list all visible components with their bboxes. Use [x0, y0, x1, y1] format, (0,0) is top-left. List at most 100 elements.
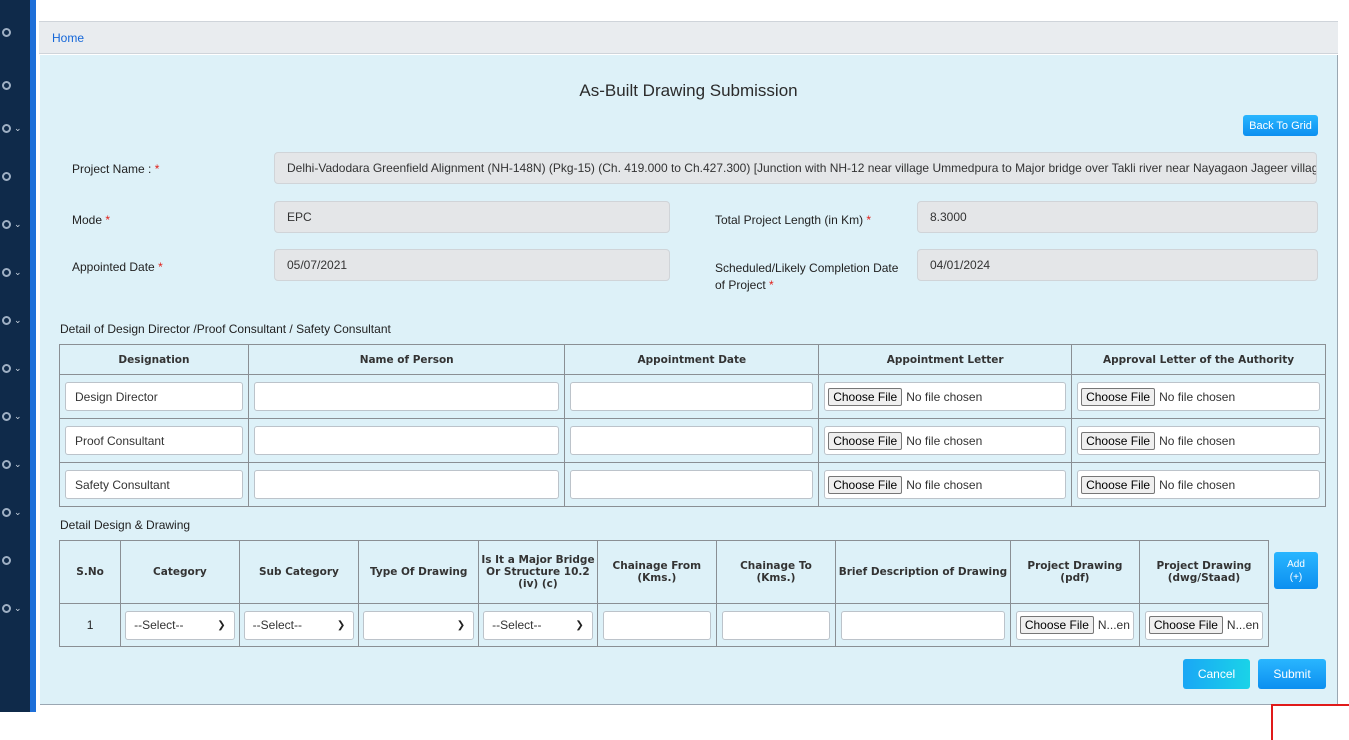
menu-icon [2, 363, 11, 373]
major-bridge-select[interactable]: --Select-- ❯ [483, 610, 593, 640]
col-chainage-from: Chainage From (Kms.) [596, 540, 717, 604]
col-appointment-letter: Appointment Letter [818, 344, 1073, 375]
choose-file-button[interactable]: Choose File [828, 475, 903, 494]
chevron-down-icon: ⌄ [14, 122, 22, 133]
chevron-down-icon: ⌄ [14, 362, 22, 373]
page-title: As-Built Drawing Submission [579, 81, 798, 100]
menu-icon [2, 507, 11, 517]
chevron-down-icon: ❯ [336, 619, 346, 631]
sub-category-select-value: --Select-- [252, 618, 303, 632]
appointment-letter-file-input[interactable]: Choose File No file chosen [824, 426, 1067, 455]
approval-letter-file-input[interactable]: Choose File No file chosen [1077, 382, 1320, 411]
chainage-from-input[interactable] [602, 610, 711, 640]
chevron-down-icon: ⌄ [14, 506, 22, 517]
sidebar-item-6[interactable]: ⌄ [2, 261, 28, 283]
cancel-button[interactable]: Cancel [1183, 659, 1250, 689]
menu-icon [2, 603, 11, 613]
back-to-grid-button[interactable]: Back To Grid [1243, 115, 1318, 136]
menu-icon [2, 459, 11, 469]
sidebar-item-13[interactable]: ⌄ [2, 597, 28, 619]
sidebar-item-7[interactable]: ⌄ [2, 309, 28, 331]
add-row-button-plus: (+) [1289, 571, 1303, 583]
sidebar-item-12[interactable] [2, 549, 28, 571]
category-select-value: --Select-- [134, 618, 184, 632]
choose-file-button[interactable]: Choose File [828, 431, 903, 450]
chevron-down-icon: ⌄ [14, 458, 22, 469]
sidebar-item-3[interactable]: ⌄ [2, 117, 28, 139]
sidebar-item-9[interactable]: ⌄ [2, 405, 28, 427]
appointment-date-input[interactable] [570, 382, 814, 411]
required-mark: * [105, 213, 111, 227]
choose-file-button[interactable]: Choose File [1081, 475, 1156, 494]
choose-file-button[interactable]: Choose File [1148, 616, 1223, 634]
sidebar-item-4[interactable] [2, 165, 28, 187]
appointment-date-input[interactable] [570, 470, 814, 499]
table-row: Safety Consultant Choose File No file cho… [59, 462, 1326, 507]
chevron-down-icon: ⌄ [14, 410, 22, 421]
designation-field[interactable]: Safety Consultant [65, 470, 243, 499]
col-type-of-drawing: Type Of Drawing [358, 540, 480, 604]
project-name-field: Delhi-Vadodara Greenfield Alignment (NH-… [274, 152, 1317, 184]
chainage-to-input[interactable] [721, 610, 831, 640]
project-name-label: Project Name : * [72, 162, 159, 176]
menu-icon [2, 555, 11, 565]
choose-file-button[interactable]: Choose File [1081, 387, 1156, 406]
menu-icon [2, 219, 11, 229]
menu-icon [2, 80, 11, 90]
col-appointment-date: Appointment Date [564, 344, 820, 375]
file-status: No file chosen [906, 433, 983, 448]
sub-category-select[interactable]: --Select-- ❯ [243, 610, 355, 640]
appointment-letter-file-input[interactable]: Choose File No file chosen [824, 382, 1067, 411]
name-of-person-input[interactable] [253, 382, 560, 411]
choose-file-button[interactable]: Choose File [828, 387, 903, 406]
chevron-down-icon: ❯ [456, 619, 466, 631]
breadcrumb: Home [39, 21, 1338, 54]
sidebar-item-2[interactable] [2, 74, 28, 96]
completion-date-label-line2: of Project [715, 278, 770, 292]
choose-file-button[interactable]: Choose File [1081, 431, 1156, 450]
col-designation: Designation [59, 344, 249, 375]
col-project-drawing-pdf: Project Drawing (pdf) [1009, 540, 1140, 604]
appointment-letter-file-input[interactable]: Choose File No file chosen [824, 470, 1067, 499]
col-chainage-to: Chainage To (Kms.) [715, 540, 837, 604]
sidebar-item-10[interactable]: ⌄ [2, 453, 28, 475]
menu-icon [2, 27, 11, 37]
sidebar-item-1[interactable] [2, 21, 28, 43]
col-major-bridge: Is It a Major Bridge Or Structure 10.2 (… [478, 540, 598, 604]
type-of-drawing-select[interactable]: ❯ [363, 610, 475, 640]
approval-letter-file-input[interactable]: Choose File No file chosen [1077, 470, 1320, 499]
brief-description-input[interactable] [841, 610, 1005, 640]
file-status: No file chosen [906, 389, 983, 404]
menu-icon [2, 315, 11, 325]
sidebar-item-8[interactable]: ⌄ [2, 357, 28, 379]
sidebar-item-5[interactable]: ⌄ [2, 213, 28, 235]
chevron-down-icon: ⌄ [14, 602, 22, 613]
table-row: Design Director Choose File No file chose… [59, 374, 1326, 419]
approval-letter-file-input[interactable]: Choose File No file chosen [1077, 426, 1320, 455]
sidebar-active-rail [30, 0, 36, 712]
col-brief-description: Brief Description of Drawing [835, 540, 1011, 604]
file-status: No file chosen [1159, 433, 1236, 448]
appointment-date-input[interactable] [570, 426, 814, 455]
designation-field[interactable]: Proof Consultant [65, 426, 243, 455]
add-row-button[interactable]: Add (+) [1274, 552, 1318, 589]
project-length-field: 8.3000 [917, 201, 1318, 233]
designation-field[interactable]: Design Director [65, 382, 243, 411]
name-of-person-input[interactable] [253, 426, 560, 455]
breadcrumb-home-link[interactable]: Home [52, 31, 84, 45]
project-drawing-pdf-file-input[interactable]: Choose File N...en [1015, 610, 1134, 640]
category-select[interactable]: --Select-- ❯ [125, 610, 235, 640]
chevron-down-icon: ❯ [217, 619, 226, 631]
appointed-date-label: Appointed Date * [72, 260, 163, 274]
choose-file-button[interactable]: Choose File [1019, 616, 1094, 634]
name-of-person-input[interactable] [253, 470, 560, 499]
drawings-table: S.No Category Sub Category Type Of Drawi… [58, 540, 1270, 647]
col-name-of-person: Name of Person [247, 344, 566, 375]
submit-button[interactable]: Submit [1258, 659, 1326, 689]
required-mark: * [769, 278, 774, 292]
project-drawing-dwg-file-input[interactable]: Choose File N...en [1144, 610, 1263, 640]
col-sno: S.No [58, 540, 122, 604]
sidebar-item-11[interactable]: ⌄ [2, 501, 28, 523]
file-status: No file chosen [1159, 389, 1236, 404]
menu-icon [2, 411, 11, 421]
